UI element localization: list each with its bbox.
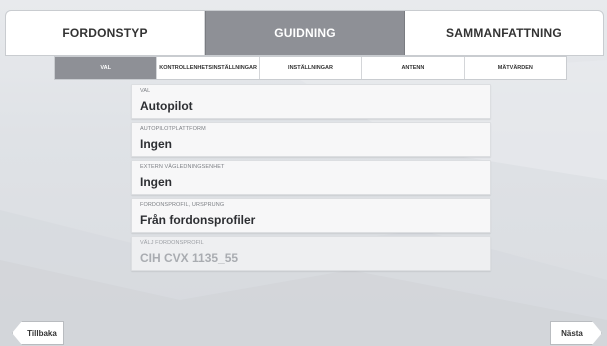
vehicle-profile-origin-field[interactable]: FORDONSPROFIL, URSPRUNG Från fordonsprof… xyxy=(131,198,491,233)
back-button[interactable]: Tillbaka xyxy=(12,321,64,345)
external-guidance-unit-field[interactable]: EXTERN VÄGLEDNINGSENHET Ingen xyxy=(131,160,491,195)
field-label: VAL xyxy=(140,88,151,94)
tab-sammanfattning[interactable]: SAMMANFATTNING xyxy=(405,11,603,55)
field-value: Ingen xyxy=(140,175,172,189)
subtab-matvarden[interactable]: MÄTVÄRDEN xyxy=(465,57,566,79)
next-button-label: Nästa xyxy=(561,328,583,338)
field-value: Från fordonsprofiler xyxy=(140,213,256,227)
subtab-installningar[interactable]: INSTÄLLNINGAR xyxy=(260,57,363,79)
field-value: Ingen xyxy=(140,137,172,151)
guidance-sub-tabs: VAL KONTROLLENHETSINSTÄLLNINGAR INSTÄLLN… xyxy=(54,56,567,80)
field-label: AUTOPILOTPLATTFORM xyxy=(140,126,206,132)
field-value: Autopilot xyxy=(140,99,193,113)
field-value: CIH CVX 1135_55 xyxy=(140,251,239,265)
field-label: FORDONSPROFIL, URSPRUNG xyxy=(140,202,225,208)
field-label: EXTERN VÄGLEDNINGSENHET xyxy=(140,164,225,170)
back-button-label: Tillbaka xyxy=(27,328,57,338)
field-label: VÄLJ FORDONSPROFIL xyxy=(140,240,204,246)
subtab-antenn[interactable]: ANTENN xyxy=(362,57,465,79)
tab-guidning[interactable]: GUIDNING xyxy=(205,11,405,55)
tab-fordonstyp[interactable]: FORDONSTYP xyxy=(6,11,205,55)
next-button[interactable]: Nästa xyxy=(550,321,602,345)
autopilot-platform-field[interactable]: AUTOPILOTPLATTFORM Ingen xyxy=(131,122,491,157)
val-field[interactable]: VAL Autopilot xyxy=(131,84,491,119)
select-vehicle-profile-field: VÄLJ FORDONSPROFIL CIH CVX 1135_55 xyxy=(131,236,491,271)
subtab-val[interactable]: VAL xyxy=(55,57,158,79)
wizard-step-tabs: FORDONSTYP GUIDNING SAMMANFATTNING xyxy=(5,10,604,56)
subtab-kontrollenhetsinstallningar[interactable]: KONTROLLENHETSINSTÄLLNINGAR xyxy=(157,57,260,79)
